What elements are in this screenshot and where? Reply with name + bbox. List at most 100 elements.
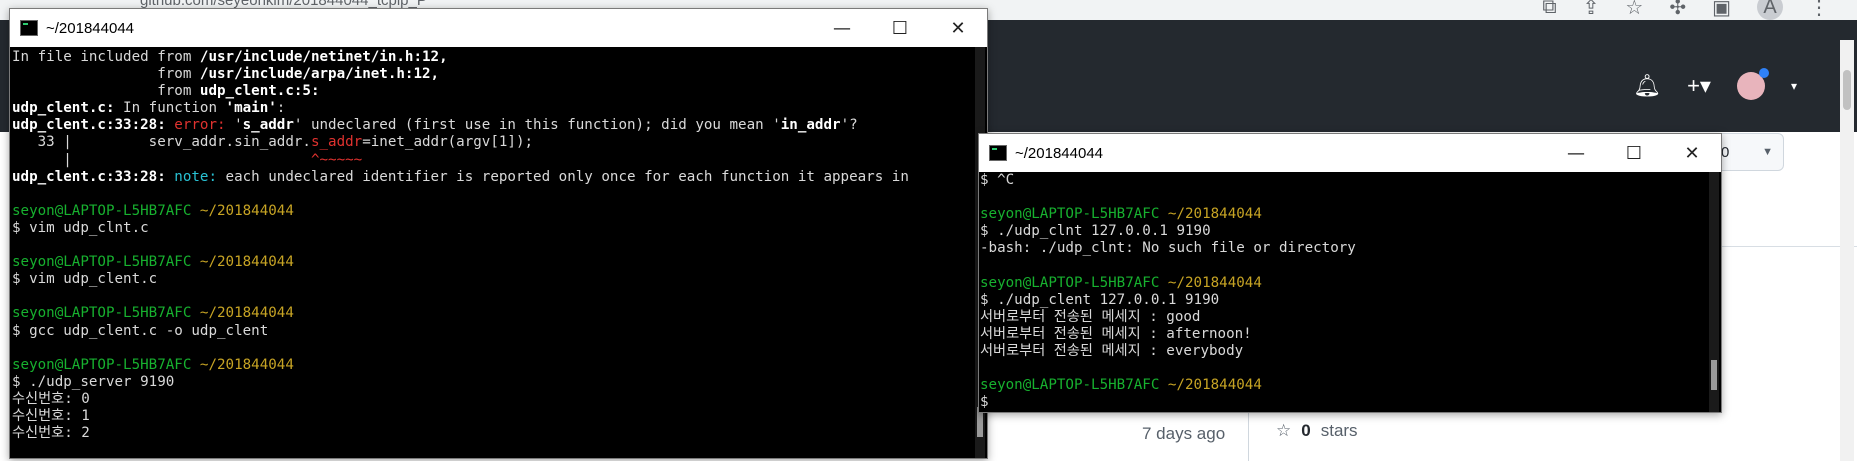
share-icon[interactable]: ⇪ xyxy=(1583,0,1600,20)
terminal-text: seyon@LAPTOP-L5HB7AFC xyxy=(12,254,192,271)
terminal-line: -bash: ./udp_clnt: No such file or direc… xyxy=(980,240,1721,257)
terminal-line: $ vim udp_clent.c xyxy=(12,271,987,288)
scrollbar-thumb[interactable] xyxy=(1843,70,1851,110)
terminal-text: '? xyxy=(840,117,858,134)
terminal-text: : xyxy=(276,100,286,117)
maximize-icon[interactable]: ☐ xyxy=(1605,143,1663,164)
maximize-icon[interactable]: ☐ xyxy=(871,18,929,39)
star-count-button[interactable]: 0 ▼ xyxy=(1712,133,1784,171)
close-icon[interactable]: ✕ xyxy=(929,18,987,39)
terminal-text: 수신번호: 1 xyxy=(12,407,90,424)
terminal-line: | ^~~~~~ xyxy=(12,152,987,169)
terminal-text: ~/201844044 xyxy=(199,254,294,271)
terminal-text: seyon@LAPTOP-L5HB7AFC xyxy=(12,356,192,373)
terminal-text: s_addr xyxy=(310,134,363,151)
side-panel-icon[interactable]: ▣ xyxy=(1712,0,1731,20)
terminal-text: $ gcc udp_clent.c -o udp_clent xyxy=(12,322,269,339)
terminal-text: seyon@LAPTOP-L5HB7AFC xyxy=(980,274,1160,291)
terminal-text: note: xyxy=(174,168,218,185)
window-titlebar[interactable]: ~/201844044 — ☐ ✕ xyxy=(10,9,987,47)
terminal-text: /usr/include/netinet/in.h:12, xyxy=(199,49,448,65)
terminal-window-client[interactable]: ~/201844044 — ☐ ✕ $ ^C seyon@LAPTOP-L5HB7… xyxy=(978,133,1722,413)
terminal-text: ~/201844044 xyxy=(199,305,294,322)
repo-stars[interactable]: ☆ 0 stars xyxy=(1276,421,1358,441)
terminal-line: 수신번호: 1 xyxy=(12,408,987,425)
terminal-text: udp_clent.c:33:28: xyxy=(12,117,175,134)
translate-icon[interactable]: ⧉ xyxy=(1542,0,1556,19)
terminal-text: ~/201844044 xyxy=(199,202,294,219)
bookmark-star-icon[interactable]: ☆ xyxy=(1625,0,1643,20)
terminal-icon xyxy=(20,20,38,36)
terminal-line: $ xyxy=(980,394,1721,411)
terminal-line: 수신번호: 0 xyxy=(12,391,987,408)
terminal-text: ' undeclared (first use in this function… xyxy=(293,117,781,134)
scrollbar-thumb[interactable] xyxy=(1711,360,1717,390)
more-menu-icon[interactable]: ⋮ xyxy=(1809,0,1829,20)
terminal-text: in_addr xyxy=(780,117,841,134)
terminal-text: from xyxy=(12,83,200,100)
terminal-line: udp_clent.c: In function 'main': xyxy=(12,100,987,117)
terminal-text: $ ./udp_server 9190 xyxy=(12,373,175,390)
terminal-text: | xyxy=(12,151,311,168)
terminal-text: $ ^C xyxy=(980,172,1015,188)
terminal-icon xyxy=(989,145,1007,161)
terminal-text: $ vim udp_clent.c xyxy=(12,271,158,288)
terminal-text: seyon@LAPTOP-L5HB7AFC xyxy=(12,202,192,219)
terminal-line: from /usr/include/arpa/inet.h:12, xyxy=(12,66,987,83)
terminal-text: $ xyxy=(980,394,989,411)
terminal-line: $ ./udp_clent 127.0.0.1 9190 xyxy=(980,292,1721,309)
terminal-text: seyon@LAPTOP-L5HB7AFC xyxy=(980,206,1160,223)
window-titlebar[interactable]: ~/201844044 — ☐ ✕ xyxy=(979,134,1721,172)
terminal-output[interactable]: In file included from /usr/include/netin… xyxy=(10,49,987,458)
terminal-text: s_addr xyxy=(242,117,294,134)
terminal-text: 'main' xyxy=(225,100,277,117)
terminal-text: 서버로부터 전송된 메세지 : good xyxy=(980,308,1201,325)
terminal-line: 수신번호: 2 xyxy=(12,425,987,442)
terminal-line: In file included from /usr/include/netin… xyxy=(12,49,987,66)
minimize-icon[interactable]: — xyxy=(813,18,871,39)
terminal-text: /usr/include/arpa/inet.h:12, xyxy=(199,66,440,83)
terminal-text: udp_clent.c:5: xyxy=(199,83,320,100)
minimize-icon[interactable]: — xyxy=(1547,143,1605,164)
create-new-plus-icon[interactable]: +▾ xyxy=(1687,73,1711,99)
terminal-text: udp_clent.c: xyxy=(12,100,115,117)
window-controls: — ☐ ✕ xyxy=(1547,134,1721,172)
terminal-text: ~/201844044 xyxy=(1167,274,1262,291)
terminal-text: -bash: ./udp_clnt: No such file or direc… xyxy=(980,240,1356,257)
terminal-line: udp_clent.c:33:28: note: each undeclared… xyxy=(12,169,987,186)
window-controls: — ☐ ✕ xyxy=(813,9,987,47)
notifications-bell-icon[interactable]: 🔔︎ xyxy=(1633,73,1661,99)
terminal-text: error: xyxy=(174,117,226,134)
stars-label: stars xyxy=(1320,421,1358,440)
terminal-text: ^~~~~~ xyxy=(310,151,363,168)
extensions-icon[interactable]: ✣ xyxy=(1669,0,1686,20)
profile-avatar[interactable]: A xyxy=(1757,0,1783,20)
terminal-text: ~/201844044 xyxy=(1167,377,1262,394)
window-title: ~/201844044 xyxy=(1015,144,1104,162)
terminal-line: $ vim udp_clnt.c xyxy=(12,220,987,237)
terminal-line: seyon@LAPTOP-L5HB7AFC ~/201844044 xyxy=(12,357,987,374)
terminal-text: =inet_addr(argv[1]); xyxy=(362,134,534,151)
terminal-text: ~/201844044 xyxy=(199,356,294,373)
terminal-text: In file included from xyxy=(12,49,200,65)
stars-number: 0 xyxy=(1301,421,1311,440)
terminal-window-server[interactable]: ~/201844044 — ☐ ✕ In file included from … xyxy=(9,8,988,459)
github-header-actions: 🔔︎ +▾ ▾ xyxy=(1633,68,1797,100)
close-icon[interactable]: ✕ xyxy=(1663,143,1721,164)
terminal-text: from xyxy=(12,66,200,83)
chevron-down-icon[interactable]: ▾ xyxy=(1791,79,1797,93)
terminal-line: seyon@LAPTOP-L5HB7AFC ~/201844044 xyxy=(980,275,1721,292)
terminal-scrollbar[interactable] xyxy=(1709,172,1719,412)
terminal-output[interactable]: $ ^C seyon@LAPTOP-L5HB7AFC ~/201844044 $ .… xyxy=(979,172,1721,412)
github-user-avatar[interactable] xyxy=(1736,68,1769,100)
terminal-text: seyon@LAPTOP-L5HB7AFC xyxy=(980,377,1160,394)
terminal-line: seyon@LAPTOP-L5HB7AFC ~/201844044 xyxy=(12,305,987,322)
page-scrollbar[interactable] xyxy=(1840,40,1854,461)
